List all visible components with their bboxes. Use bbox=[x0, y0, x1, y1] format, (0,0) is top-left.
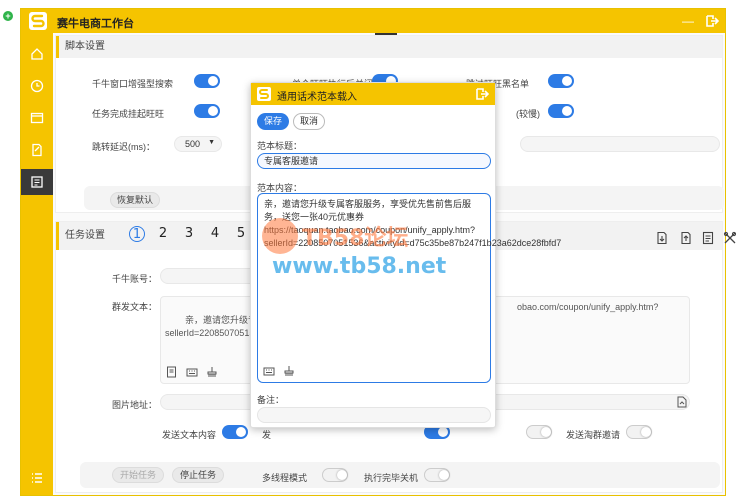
restore-default-button[interactable]: 恢复默认 bbox=[110, 192, 160, 208]
app-title: 赛牛电商工作台 bbox=[57, 18, 134, 30]
multithread-label: 多线程模式 bbox=[262, 473, 308, 483]
dialog-header: 通用话术范本载入 bbox=[251, 83, 495, 105]
option-label: 发送淘群邀请 bbox=[566, 430, 621, 440]
multithread-toggle[interactable] bbox=[322, 468, 348, 482]
slow-mode-toggle[interactable] bbox=[548, 104, 574, 118]
delay-select[interactable]: 500 ▼ bbox=[174, 136, 222, 152]
attach-image-icon[interactable] bbox=[676, 396, 688, 408]
tab-5[interactable]: 5 bbox=[233, 226, 249, 242]
cancel-button[interactable]: 取消 bbox=[293, 113, 325, 130]
template-title-label: 范本标题： bbox=[257, 141, 303, 151]
toggle-label: (较慢) bbox=[516, 109, 540, 119]
add-badge-icon[interactable]: + bbox=[3, 11, 13, 21]
template-title-input[interactable]: 专属客服邀请 bbox=[257, 153, 491, 169]
shutdown-label: 执行完毕关机 bbox=[364, 473, 419, 483]
start-task-button[interactable]: 开始任务 bbox=[112, 467, 164, 483]
home-icon[interactable] bbox=[21, 41, 53, 67]
remark-label: 备注： bbox=[257, 395, 285, 405]
send-image-toggle[interactable] bbox=[526, 425, 552, 439]
app-logo-icon bbox=[29, 12, 47, 30]
qianniu-label: 千牛账号： bbox=[112, 274, 158, 284]
delay-label: 跳转延迟(ms)： bbox=[92, 142, 155, 152]
group-text-right: obao.com/coupon/unify_apply.htm? bbox=[517, 302, 659, 312]
export-icon[interactable] bbox=[679, 229, 693, 245]
tab-4[interactable]: 4 bbox=[207, 226, 223, 242]
section-title: 脚本设置 bbox=[56, 36, 722, 58]
menu-list-icon[interactable] bbox=[21, 465, 53, 491]
task-tabs: 1 2 3 4 5 bbox=[129, 226, 249, 242]
toggle-label: 千牛窗口增强型搜索 bbox=[92, 79, 174, 89]
group-text-label: 群发文本： bbox=[112, 302, 158, 312]
template-content-textarea[interactable]: 亲，邀请您升级专属客服服务，享受优先售前售后服务，送您一张40元优惠券 http… bbox=[257, 193, 561, 383]
keyboard-icon[interactable] bbox=[186, 366, 198, 378]
tab-3[interactable]: 3 bbox=[181, 226, 197, 242]
sidebar bbox=[21, 33, 53, 495]
template-icon[interactable] bbox=[166, 366, 178, 378]
save-button[interactable]: 保存 bbox=[257, 113, 289, 130]
stop-task-button[interactable]: 停止任务 bbox=[172, 467, 224, 483]
document-icon[interactable] bbox=[701, 229, 715, 245]
remark-input[interactable] bbox=[257, 407, 491, 423]
shutdown-toggle[interactable] bbox=[424, 468, 450, 482]
import-icon[interactable] bbox=[655, 229, 669, 245]
script-icon[interactable] bbox=[21, 169, 53, 195]
dialog-logo-icon bbox=[257, 87, 271, 101]
exit-icon[interactable] bbox=[705, 14, 720, 28]
option-label: 发 bbox=[262, 430, 272, 440]
toggle-label: 任务完成挂起旺旺 bbox=[92, 109, 165, 119]
image-label: 图片地址： bbox=[112, 400, 158, 410]
window-icon[interactable] bbox=[21, 105, 53, 131]
search-enhance-toggle[interactable] bbox=[194, 74, 220, 88]
brush-icon[interactable] bbox=[283, 365, 295, 377]
tab-2[interactable]: 2 bbox=[155, 226, 171, 242]
skip-blacklist-toggle[interactable] bbox=[548, 74, 574, 88]
hang-after-task-toggle[interactable] bbox=[194, 104, 220, 118]
extra-field[interactable] bbox=[520, 136, 720, 152]
option-label: 发送文本内容 bbox=[162, 430, 217, 440]
tools-icon[interactable] bbox=[723, 229, 736, 244]
dialog-exit-icon[interactable] bbox=[475, 87, 490, 101]
dialog-title: 通用话术范本载入 bbox=[277, 92, 357, 103]
task-section-title: 任务设置 bbox=[65, 230, 105, 241]
clock-icon[interactable] bbox=[21, 73, 53, 99]
keyboard-icon[interactable] bbox=[263, 365, 275, 377]
send-text-toggle[interactable] bbox=[222, 425, 248, 439]
minimize-icon[interactable]: — bbox=[681, 14, 695, 28]
edit-doc-icon[interactable] bbox=[21, 137, 53, 163]
chevron-down-icon: ▼ bbox=[208, 139, 215, 146]
brush-icon[interactable] bbox=[206, 366, 218, 378]
template-load-dialog: 通用话术范本载入 保存 取消 范本标题： 专属客服邀请 范本内容： 亲，邀请您升… bbox=[250, 82, 561, 428]
delay-value: 500 bbox=[185, 139, 201, 149]
taoqun-invite-toggle[interactable] bbox=[626, 425, 652, 439]
title-bar: 赛牛电商工作台 — bbox=[21, 9, 725, 33]
tab-1[interactable]: 1 bbox=[129, 226, 145, 242]
